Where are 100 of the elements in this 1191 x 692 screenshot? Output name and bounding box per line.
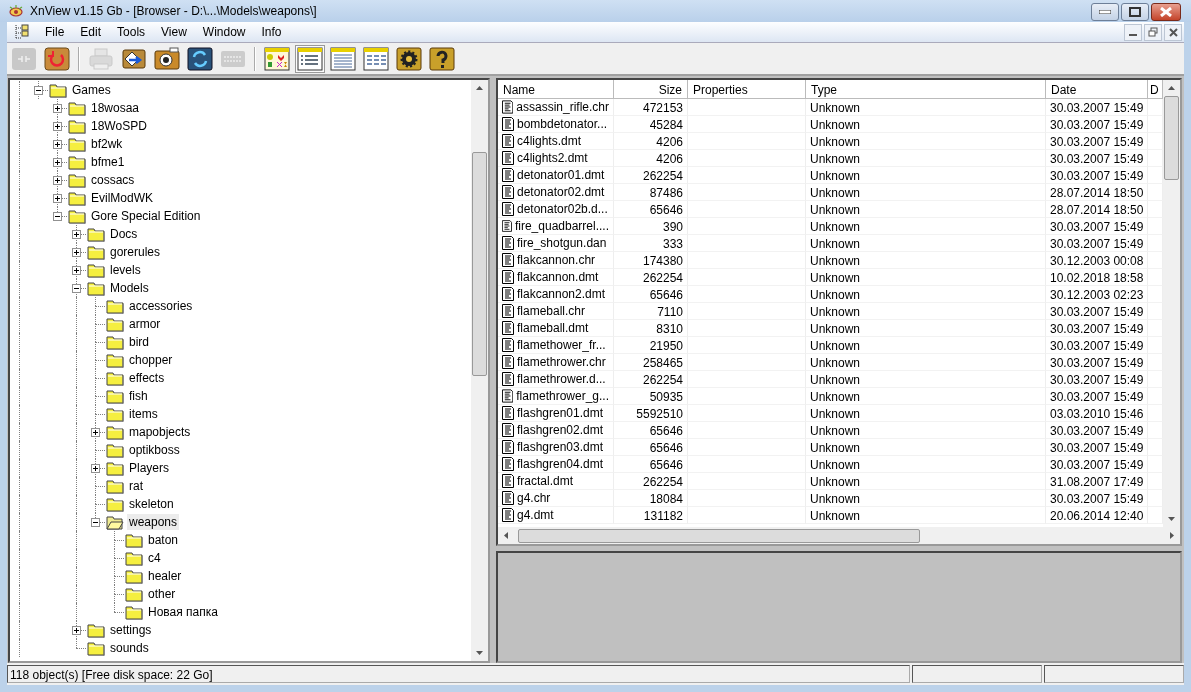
folder-tree-item[interactable]: items xyxy=(127,406,160,422)
restore-button[interactable] xyxy=(1144,23,1162,41)
details-button[interactable] xyxy=(295,44,325,73)
vertical-scrollbar[interactable] xyxy=(1163,80,1180,527)
expand-icon[interactable] xyxy=(72,626,81,635)
expand-icon[interactable] xyxy=(53,158,62,167)
folder-tree-item[interactable]: 18wosaa xyxy=(89,100,142,116)
folder-tree-item[interactable]: levels xyxy=(108,262,143,278)
folder-tree-item[interactable]: settings xyxy=(108,622,154,638)
settings-button[interactable] xyxy=(394,44,424,73)
file-name[interactable]: flashgren04.dmt xyxy=(517,457,604,471)
file-name[interactable]: assassin_rifle.chr xyxy=(516,100,609,114)
file-name[interactable]: c4lights.dmt xyxy=(517,134,582,148)
scroll-up-icon[interactable] xyxy=(1168,86,1175,90)
minimize-button[interactable] xyxy=(1124,23,1142,41)
scroll-right-icon[interactable] xyxy=(1170,532,1174,539)
folder-tree-item[interactable]: EvilModWK xyxy=(89,190,155,206)
file-name[interactable]: flashgren03.dmt xyxy=(517,440,604,454)
file-name[interactable]: flashgren01.dmt xyxy=(517,406,604,420)
folder-tree-item[interactable]: bfme1 xyxy=(89,154,127,170)
scroll-down-icon[interactable] xyxy=(476,651,483,655)
file-name[interactable]: fractal.dmt xyxy=(517,474,573,488)
scroll-up-icon[interactable] xyxy=(476,86,483,90)
sync-button[interactable] xyxy=(185,44,215,73)
menu-item[interactable]: Edit xyxy=(72,25,110,39)
folder-tree-item[interactable]: Gore Special Edition xyxy=(89,208,203,224)
folder-tree-item[interactable]: bird xyxy=(127,334,151,350)
folder-tree-item[interactable]: accessories xyxy=(127,298,195,314)
menu-item[interactable]: View xyxy=(153,25,195,39)
folder-tree-item[interactable]: Games xyxy=(70,82,113,98)
collapse-icon[interactable] xyxy=(91,518,100,527)
folder-tree-item[interactable]: rat xyxy=(127,478,145,494)
file-name[interactable]: detonator02b.d... xyxy=(517,202,608,216)
help-button[interactable] xyxy=(427,44,457,73)
folder-tree-item[interactable]: Новая папка xyxy=(146,604,220,620)
collapse-icon[interactable] xyxy=(34,86,43,95)
menu-item[interactable]: File xyxy=(37,25,73,39)
expand-icon[interactable] xyxy=(53,104,62,113)
folder-tree-item[interactable]: armor xyxy=(127,316,163,332)
file-name[interactable]: fire_shotgun.dan xyxy=(517,236,607,250)
horizontal-scrollbar[interactable] xyxy=(498,527,1180,544)
folder-tree-item[interactable]: optikboss xyxy=(127,442,182,458)
thumbnails-button[interactable] xyxy=(262,44,292,73)
expand-icon[interactable] xyxy=(53,122,62,131)
expand-icon[interactable] xyxy=(72,230,81,239)
refresh-button[interactable] xyxy=(42,44,72,73)
file-name[interactable]: g4.chr xyxy=(517,491,551,505)
scroll-thumb[interactable] xyxy=(1164,96,1179,180)
column-header[interactable]: Properties xyxy=(688,80,806,99)
expand-icon[interactable] xyxy=(91,464,100,473)
minimize-button[interactable] xyxy=(1091,3,1119,21)
file-name[interactable]: flameball.chr xyxy=(517,304,586,318)
file-name[interactable]: g4.dmt xyxy=(517,508,554,522)
folder-tree-item[interactable]: weapons xyxy=(127,514,180,530)
column-header[interactable]: Size xyxy=(614,80,688,99)
folder-tree-item[interactable]: fish xyxy=(127,388,150,404)
folder-tree-item[interactable]: mapobjects xyxy=(127,424,193,440)
scroll-left-icon[interactable] xyxy=(504,532,508,539)
file-name[interactable]: c4lights2.dmt xyxy=(517,151,588,165)
expand-icon[interactable] xyxy=(53,176,62,185)
folder-tree-item[interactable]: sounds xyxy=(108,640,151,656)
file-name[interactable]: flakcannon2.dmt xyxy=(517,287,606,301)
collapse-icon[interactable] xyxy=(53,212,62,221)
folder-tree-item[interactable]: Docs xyxy=(108,226,140,242)
capture-button[interactable] xyxy=(152,44,182,73)
menu-item[interactable]: Tools xyxy=(109,25,154,39)
collapse-icon[interactable] xyxy=(72,284,81,293)
menu-item[interactable]: Info xyxy=(253,25,290,39)
folder-tree-item[interactable]: bf2wk xyxy=(89,136,125,152)
folder-tree-item[interactable]: chopper xyxy=(127,352,175,368)
file-name[interactable]: flamethrower.chr xyxy=(517,355,606,369)
file-name[interactable]: detonator01.dmt xyxy=(517,168,605,182)
folder-tree-item[interactable]: gorerules xyxy=(108,244,163,260)
file-name[interactable]: bombdetonator... xyxy=(517,117,608,131)
folder-tree-item[interactable]: effects xyxy=(127,370,167,386)
file-name[interactable]: detonator02.dmt xyxy=(517,185,605,199)
expand-icon[interactable] xyxy=(91,428,100,437)
folder-tree-item[interactable]: other xyxy=(146,586,178,602)
expand-icon[interactable] xyxy=(72,266,81,275)
file-name[interactable]: flakcannon.dmt xyxy=(517,270,599,284)
scroll-down-icon[interactable] xyxy=(1168,517,1175,521)
column-header[interactable]: Date xyxy=(1046,80,1148,99)
folder-tree-item[interactable]: cossacs xyxy=(89,172,137,188)
folder-tree-item[interactable]: healer xyxy=(146,568,184,584)
folder-tree-item[interactable]: Models xyxy=(108,280,151,296)
expand-icon[interactable] xyxy=(72,248,81,257)
column-header[interactable]: Type xyxy=(806,80,1046,99)
folder-tree-item[interactable]: 18WoSPD xyxy=(89,118,149,134)
file-name[interactable]: fire_quadbarrel.... xyxy=(514,219,609,233)
file-name[interactable]: flameball.dmt xyxy=(517,321,589,335)
scroll-thumb[interactable] xyxy=(518,529,920,543)
folder-tree-item[interactable]: c4 xyxy=(146,550,163,566)
list-button[interactable] xyxy=(328,44,358,73)
maximize-button[interactable] xyxy=(1121,3,1149,21)
expand-icon[interactable] xyxy=(53,140,62,149)
file-name[interactable]: flamethrower.d... xyxy=(517,372,606,386)
folder-tree-item[interactable]: skeleton xyxy=(127,496,176,512)
folder-tree-item[interactable]: Players xyxy=(127,460,171,476)
vertical-scrollbar[interactable] xyxy=(471,80,488,661)
file-name[interactable]: flamethower_fr... xyxy=(517,338,606,352)
